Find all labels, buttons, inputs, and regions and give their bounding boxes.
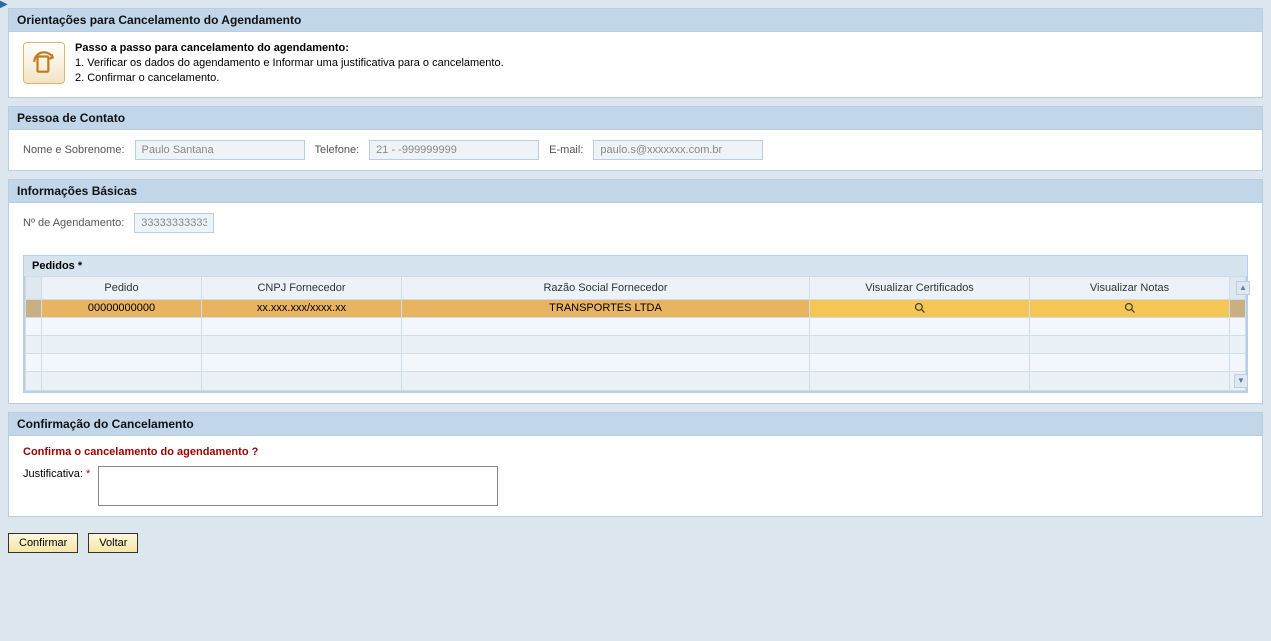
cell-notas[interactable] <box>1030 299 1230 317</box>
col-scroll: ▲ <box>1230 276 1246 299</box>
panel-confirmacao-header: Confirmação do Cancelamento <box>9 413 1262 436</box>
pedidos-grid: Pedido CNPJ Fornecedor Razão Social Forn… <box>24 276 1247 392</box>
name-field <box>135 140 305 160</box>
table-row <box>26 353 1246 371</box>
pedidos-subpanel-header: Pedidos * <box>24 256 1247 276</box>
agendamento-label: Nº de Agendamento: <box>23 217 124 229</box>
table-row <box>26 335 1246 353</box>
confirm-question: Confirma o cancelamento do agendamento ? <box>23 446 1248 458</box>
orientacoes-step2: 2. Confirmar o cancelamento. <box>75 71 504 86</box>
phone-field <box>369 140 539 160</box>
orientacoes-text: Passo a passo para cancelamento do agend… <box>75 42 504 87</box>
cell-pedido: 00000000000 <box>42 299 202 317</box>
expand-arrow-icon[interactable]: ▶ <box>0 0 6 18</box>
row-handle[interactable] <box>26 299 42 317</box>
col-certificados: Visualizar Certificados <box>810 276 1030 299</box>
agendamento-field <box>134 213 214 233</box>
email-label: E-mail: <box>549 144 583 156</box>
justificativa-label: Justificativa: * <box>23 466 90 480</box>
name-label: Nome e Sobrenome: <box>23 144 125 156</box>
cell-certificados[interactable] <box>810 299 1030 317</box>
email-field <box>593 140 763 160</box>
panel-confirmacao: Confirmação do Cancelamento Confirma o c… <box>8 412 1263 517</box>
voltar-button[interactable]: Voltar <box>88 533 138 553</box>
panel-basicas: Informações Básicas Nº de Agendamento: P… <box>8 179 1263 404</box>
panel-contato-header: Pessoa de Contato <box>9 107 1262 130</box>
scroll-up-icon[interactable]: ▲ <box>1236 281 1250 295</box>
col-notas: Visualizar Notas <box>1030 276 1230 299</box>
magnifier-icon[interactable] <box>914 302 926 314</box>
magnifier-icon[interactable] <box>1124 302 1136 314</box>
pedidos-subpanel: Pedidos * <box>23 255 1248 393</box>
col-rowhandle <box>26 276 42 299</box>
panel-contato: Pessoa de Contato Nome e Sobrenome: Tele… <box>8 106 1263 171</box>
table-row[interactable]: 00000000000 xx.xxx.xxx/xxxx.xx TRANSPORT… <box>26 299 1246 317</box>
table-row <box>26 317 1246 335</box>
orientacoes-step1: 1. Verificar os dados do agendamento e I… <box>75 56 504 71</box>
cell-razao: TRANSPORTES LTDA <box>402 299 810 317</box>
panel-orientacoes-header: Orientações para Cancelamento do Agendam… <box>9 9 1262 32</box>
cell-cnpj: xx.xxx.xxx/xxxx.xx <box>202 299 402 317</box>
scroll-track <box>1230 299 1246 317</box>
panel-basicas-header: Informações Básicas <box>9 180 1262 203</box>
scroll-down-icon[interactable]: ▼ <box>1234 374 1248 388</box>
confirmar-button[interactable]: Confirmar <box>8 533 78 553</box>
phone-label: Telefone: <box>315 144 360 156</box>
required-star-icon: * <box>86 468 90 480</box>
panel-orientacoes: Orientações para Cancelamento do Agendam… <box>8 8 1263 98</box>
orientacoes-heading: Passo a passo para cancelamento do agend… <box>75 42 504 54</box>
cancel-scheduling-icon <box>23 42 65 84</box>
col-pedido: Pedido <box>42 276 202 299</box>
col-cnpj: CNPJ Fornecedor <box>202 276 402 299</box>
justificativa-textarea[interactable] <box>98 466 498 506</box>
col-razao: Razão Social Fornecedor <box>402 276 810 299</box>
table-row: ▼ <box>26 371 1246 390</box>
